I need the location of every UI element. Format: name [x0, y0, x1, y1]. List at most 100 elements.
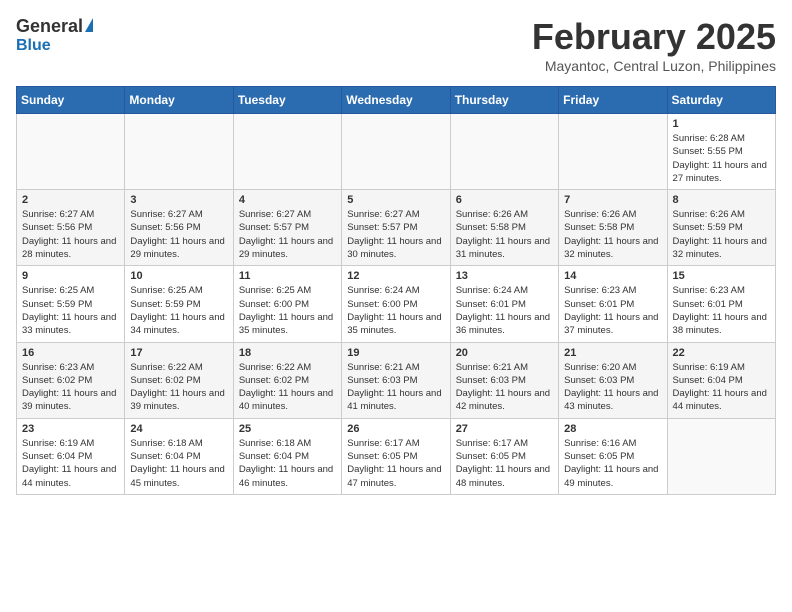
day-info: Sunrise: 6:26 AM Sunset: 5:58 PM Dayligh…: [564, 208, 661, 261]
calendar-day: 27 Sunrise: 6:17 AM Sunset: 6:05 PM Dayli…: [450, 418, 558, 494]
calendar-day: 2 Sunrise: 6:27 AM Sunset: 5:56 PM Daylig…: [17, 190, 125, 266]
title-section: February 2025 Mayantoc, Central Luzon, P…: [532, 16, 776, 74]
day-number: 1: [673, 118, 770, 130]
calendar-day: [559, 114, 667, 190]
day-info: Sunrise: 6:25 AM Sunset: 5:59 PM Dayligh…: [130, 284, 227, 337]
day-info: Sunrise: 6:17 AM Sunset: 6:05 PM Dayligh…: [347, 437, 444, 490]
calendar-day: 15 Sunrise: 6:23 AM Sunset: 6:01 PM Dayli…: [667, 266, 775, 342]
calendar-day: 11Sunrise: 6:25 AM Sunset: 6:00 PM Dayli…: [233, 266, 341, 342]
calendar-day: 26 Sunrise: 6:17 AM Sunset: 6:05 PM Dayli…: [342, 418, 450, 494]
day-number: 26: [347, 423, 444, 435]
weekday-header-sunday: Sunday: [17, 87, 125, 114]
day-info: Sunrise: 6:19 AM Sunset: 6:04 PM Dayligh…: [673, 361, 770, 414]
calendar-day: [450, 114, 558, 190]
day-info: Sunrise: 6:16 AM Sunset: 6:05 PM Dayligh…: [564, 437, 661, 490]
calendar-day: 4 Sunrise: 6:27 AM Sunset: 5:57 PM Daylig…: [233, 190, 341, 266]
calendar-day: [125, 114, 233, 190]
logo: General Blue: [16, 16, 93, 55]
day-number: 18: [239, 347, 336, 359]
calendar-table: SundayMondayTuesdayWednesdayThursdayFrid…: [16, 86, 776, 495]
calendar-day: 17Sunrise: 6:22 AM Sunset: 6:02 PM Dayli…: [125, 342, 233, 418]
day-info: Sunrise: 6:21 AM Sunset: 6:03 PM Dayligh…: [456, 361, 553, 414]
day-number: 5: [347, 194, 444, 206]
month-title: February 2025: [532, 16, 776, 58]
day-info: Sunrise: 6:27 AM Sunset: 5:57 PM Dayligh…: [239, 208, 336, 261]
day-number: 23: [22, 423, 119, 435]
calendar-day: [667, 418, 775, 494]
day-info: Sunrise: 6:19 AM Sunset: 6:04 PM Dayligh…: [22, 437, 119, 490]
calendar-day: 25Sunrise: 6:18 AM Sunset: 6:04 PM Dayli…: [233, 418, 341, 494]
weekday-header-wednesday: Wednesday: [342, 87, 450, 114]
calendar-day: 22 Sunrise: 6:19 AM Sunset: 6:04 PM Dayli…: [667, 342, 775, 418]
logo-triangle-icon: [85, 18, 93, 32]
day-info: Sunrise: 6:24 AM Sunset: 6:01 PM Dayligh…: [456, 284, 553, 337]
calendar-day: 21Sunrise: 6:20 AM Sunset: 6:03 PM Dayli…: [559, 342, 667, 418]
weekday-header-tuesday: Tuesday: [233, 87, 341, 114]
day-info: Sunrise: 6:25 AM Sunset: 6:00 PM Dayligh…: [239, 284, 336, 337]
day-info: Sunrise: 6:23 AM Sunset: 6:02 PM Dayligh…: [22, 361, 119, 414]
day-info: Sunrise: 6:22 AM Sunset: 6:02 PM Dayligh…: [239, 361, 336, 414]
day-number: 4: [239, 194, 336, 206]
day-info: Sunrise: 6:17 AM Sunset: 6:05 PM Dayligh…: [456, 437, 553, 490]
day-number: 15: [673, 270, 770, 282]
day-info: Sunrise: 6:27 AM Sunset: 5:56 PM Dayligh…: [22, 208, 119, 261]
day-info: Sunrise: 6:24 AM Sunset: 6:00 PM Dayligh…: [347, 284, 444, 337]
day-info: Sunrise: 6:18 AM Sunset: 6:04 PM Dayligh…: [239, 437, 336, 490]
day-number: 8: [673, 194, 770, 206]
day-number: 6: [456, 194, 553, 206]
day-number: 9: [22, 270, 119, 282]
page-header: General Blue February 2025 Mayantoc, Cen…: [16, 16, 776, 74]
calendar-week-2: 2 Sunrise: 6:27 AM Sunset: 5:56 PM Daylig…: [17, 190, 776, 266]
day-number: 27: [456, 423, 553, 435]
day-info: Sunrise: 6:28 AM Sunset: 5:55 PM Dayligh…: [673, 132, 770, 185]
day-number: 7: [564, 194, 661, 206]
calendar-week-5: 23 Sunrise: 6:19 AM Sunset: 6:04 PM Dayli…: [17, 418, 776, 494]
day-info: Sunrise: 6:21 AM Sunset: 6:03 PM Dayligh…: [347, 361, 444, 414]
day-number: 19: [347, 347, 444, 359]
calendar-day: 5 Sunrise: 6:27 AM Sunset: 5:57 PM Daylig…: [342, 190, 450, 266]
location-subtitle: Mayantoc, Central Luzon, Philippines: [532, 58, 776, 74]
calendar-day: [342, 114, 450, 190]
day-number: 24: [130, 423, 227, 435]
day-number: 3: [130, 194, 227, 206]
day-info: Sunrise: 6:27 AM Sunset: 5:57 PM Dayligh…: [347, 208, 444, 261]
calendar-day: 14Sunrise: 6:23 AM Sunset: 6:01 PM Dayli…: [559, 266, 667, 342]
day-info: Sunrise: 6:23 AM Sunset: 6:01 PM Dayligh…: [673, 284, 770, 337]
calendar-day: 24Sunrise: 6:18 AM Sunset: 6:04 PM Dayli…: [125, 418, 233, 494]
day-number: 17: [130, 347, 227, 359]
day-number: 13: [456, 270, 553, 282]
day-info: Sunrise: 6:27 AM Sunset: 5:56 PM Dayligh…: [130, 208, 227, 261]
weekday-header-thursday: Thursday: [450, 87, 558, 114]
weekday-header-monday: Monday: [125, 87, 233, 114]
calendar-day: 12 Sunrise: 6:24 AM Sunset: 6:00 PM Dayli…: [342, 266, 450, 342]
calendar-day: 6 Sunrise: 6:26 AM Sunset: 5:58 PM Daylig…: [450, 190, 558, 266]
calendar-week-4: 16 Sunrise: 6:23 AM Sunset: 6:02 PM Dayli…: [17, 342, 776, 418]
calendar-day: 10 Sunrise: 6:25 AM Sunset: 5:59 PM Dayli…: [125, 266, 233, 342]
day-number: 28: [564, 423, 661, 435]
day-number: 10: [130, 270, 227, 282]
calendar-day: 18 Sunrise: 6:22 AM Sunset: 6:02 PM Dayli…: [233, 342, 341, 418]
weekday-header-saturday: Saturday: [667, 87, 775, 114]
calendar-week-3: 9 Sunrise: 6:25 AM Sunset: 5:59 PM Daylig…: [17, 266, 776, 342]
calendar-day: 7 Sunrise: 6:26 AM Sunset: 5:58 PM Daylig…: [559, 190, 667, 266]
day-number: 2: [22, 194, 119, 206]
calendar-day: [233, 114, 341, 190]
calendar-day: [17, 114, 125, 190]
calendar-header-row: SundayMondayTuesdayWednesdayThursdayFrid…: [17, 87, 776, 114]
day-number: 22: [673, 347, 770, 359]
day-number: 20: [456, 347, 553, 359]
calendar-day: 3 Sunrise: 6:27 AM Sunset: 5:56 PM Daylig…: [125, 190, 233, 266]
calendar-day: 1 Sunrise: 6:28 AM Sunset: 5:55 PM Daylig…: [667, 114, 775, 190]
calendar-day: 23 Sunrise: 6:19 AM Sunset: 6:04 PM Dayli…: [17, 418, 125, 494]
calendar-day: 19 Sunrise: 6:21 AM Sunset: 6:03 PM Dayli…: [342, 342, 450, 418]
calendar-day: 9Sunrise: 6:25 AM Sunset: 5:59 PM Daylig…: [17, 266, 125, 342]
day-number: 16: [22, 347, 119, 359]
calendar-day: 16 Sunrise: 6:23 AM Sunset: 6:02 PM Dayli…: [17, 342, 125, 418]
calendar-day: 28 Sunrise: 6:16 AM Sunset: 6:05 PM Dayli…: [559, 418, 667, 494]
day-number: 12: [347, 270, 444, 282]
day-info: Sunrise: 6:26 AM Sunset: 5:58 PM Dayligh…: [456, 208, 553, 261]
day-info: Sunrise: 6:20 AM Sunset: 6:03 PM Dayligh…: [564, 361, 661, 414]
calendar-week-1: 1 Sunrise: 6:28 AM Sunset: 5:55 PM Daylig…: [17, 114, 776, 190]
logo-blue-text: Blue: [16, 37, 51, 55]
day-info: Sunrise: 6:26 AM Sunset: 5:59 PM Dayligh…: [673, 208, 770, 261]
